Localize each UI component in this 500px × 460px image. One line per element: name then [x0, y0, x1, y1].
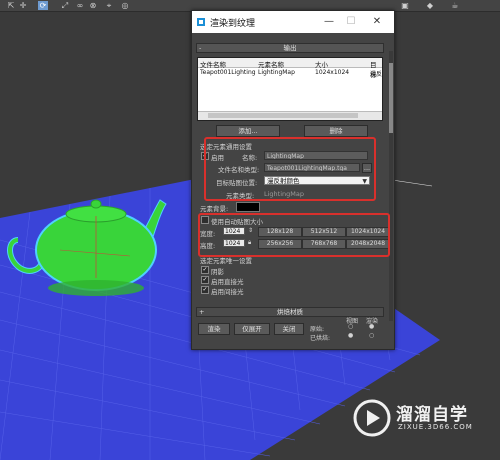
indirect-light-label: 启用间接光	[211, 288, 244, 296]
baked-label: 已烘焙:	[310, 335, 331, 342]
cell-size: 1024x1024	[315, 69, 350, 76]
select-icon[interactable]: ⇱	[6, 1, 16, 10]
table-hscrollbar[interactable]	[198, 111, 382, 120]
scale-icon[interactable]: ⤢	[60, 1, 70, 10]
shadows-label: 阴影	[211, 268, 224, 276]
dialog-vscrollbar[interactable]	[389, 51, 393, 321]
direct-light-label: 启用直接光	[211, 278, 244, 286]
close-window-button[interactable]: ✕	[370, 15, 384, 29]
app-logo-icon	[197, 18, 205, 26]
watermark-url: ZIXUE.3D66.COM	[398, 423, 473, 431]
link-icon[interactable]: ∞	[75, 1, 85, 10]
indirect-light-checkbox[interactable]: ✓	[201, 286, 209, 294]
element-bg-label: 元素背景:	[200, 205, 229, 213]
dialog-title: 渲染到纹理	[210, 19, 256, 29]
rotate-icon[interactable]: ⟳	[38, 1, 48, 10]
render-button[interactable]: 渲染	[198, 323, 230, 335]
cell-element-name: LightingMap	[258, 69, 295, 76]
cell-target: 漫反	[370, 71, 382, 78]
unlink-icon[interactable]: ⊗	[88, 1, 98, 10]
unwrap-only-button[interactable]: 仅展开	[234, 323, 270, 335]
direct-light-checkbox[interactable]: ✓	[201, 276, 209, 284]
table-row[interactable]: Teapot001LightingM... LightingMap 1024x1…	[198, 68, 382, 78]
watermark: 溜溜自学 ZIXUE.3D66.COM	[352, 392, 500, 444]
bind-icon[interactable]: ⌖	[104, 1, 114, 10]
watermark-title: 溜溜自学	[396, 405, 468, 425]
baked-render-radio[interactable]: ○	[369, 332, 374, 339]
highlight-box-settings	[204, 137, 376, 201]
baked-view-radio[interactable]: ●	[348, 332, 353, 339]
element-bg-swatch[interactable]	[236, 202, 260, 212]
render-icon[interactable]: ▣	[400, 1, 410, 10]
minimize-button[interactable]: —	[322, 15, 336, 29]
material-icon[interactable]: ◆	[425, 1, 435, 10]
original-label: 原始:	[310, 326, 325, 333]
shadows-checkbox[interactable]: ✓	[201, 266, 209, 274]
table-header: 文件名称 元素名称 大小 目标	[198, 58, 382, 79]
render-to-texture-dialog: 渲染到纹理 — ☐ ✕ - 输出 文件名称 元素名称 大小 目标 Teapot0…	[191, 10, 395, 350]
cell-file-name: Teapot001LightingM...	[200, 69, 256, 76]
highlight-box-size	[198, 213, 390, 257]
dialog-titlebar[interactable]: 渲染到纹理 — ☐ ✕	[192, 11, 394, 33]
close-button[interactable]: 关闭	[274, 323, 304, 335]
output-section-header[interactable]: - 输出	[196, 43, 384, 53]
output-table[interactable]: 文件名称 元素名称 大小 目标 Teapot001LightingM... Li…	[197, 57, 383, 121]
watermark-logo-icon	[353, 399, 391, 437]
maximize-button[interactable]: ☐	[344, 15, 358, 29]
move-icon[interactable]: ✛	[18, 1, 28, 10]
teapot-render-icon[interactable]: ☕	[450, 1, 460, 10]
delete-button[interactable]: 删除	[304, 125, 368, 137]
camera-icon[interactable]: ◎	[120, 1, 130, 10]
original-render-radio[interactable]: ●	[369, 323, 374, 330]
add-button[interactable]: 添加...	[216, 125, 280, 137]
original-view-radio[interactable]: ○	[348, 323, 353, 330]
